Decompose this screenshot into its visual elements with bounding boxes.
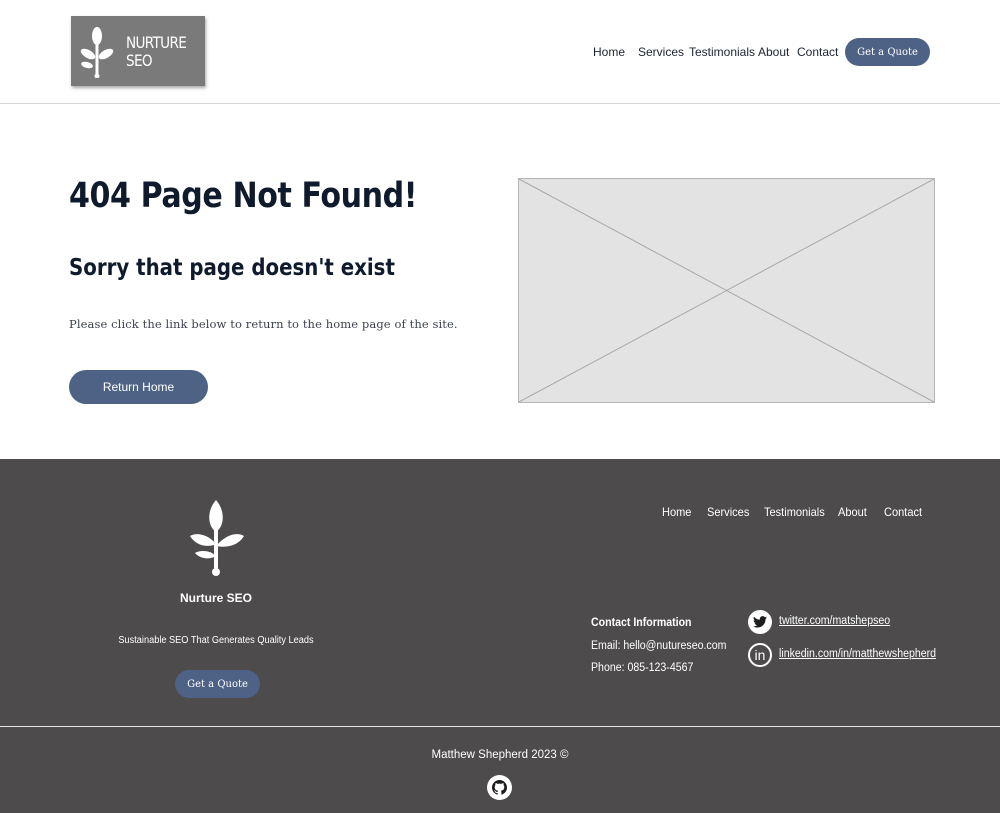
github-icon[interactable] <box>487 775 512 800</box>
site-logo[interactable]: NURTURE SEO <box>71 16 205 86</box>
footer-brand-name: Nurture SEO <box>179 591 252 605</box>
twitter-icon[interactable] <box>748 610 772 634</box>
linkedin-link[interactable]: linkedin.com/in/matthewshepherd <box>779 648 936 660</box>
return-home-button[interactable]: Return Home <box>69 370 208 404</box>
logo-wordmark: NURTURE SEO <box>126 33 187 70</box>
site-header: NURTURE SEO Home Services Testimonials A… <box>0 0 1000 104</box>
footer-get-a-quote-button[interactable]: Get a Quote <box>175 670 260 698</box>
nav-about[interactable]: About <box>758 45 789 59</box>
page-description: Please click the link below to return to… <box>69 317 458 331</box>
image-placeholder-icon <box>519 179 934 402</box>
footer-divider <box>0 726 1000 727</box>
twitter-link[interactable]: twitter.com/matshepseo <box>779 615 890 627</box>
nav-testimonials[interactable]: Testimonials <box>689 45 755 59</box>
get-a-quote-button[interactable]: Get a Quote <box>845 38 930 66</box>
footer-nav-services[interactable]: Services <box>707 505 749 519</box>
nav-home[interactable]: Home <box>593 45 625 59</box>
footer-tagline: Sustainable SEO That Generates Quality L… <box>118 635 314 646</box>
footer-nav-contact[interactable]: Contact <box>884 505 922 519</box>
nav-services[interactable]: Services <box>638 45 684 59</box>
contact-heading: Contact Information <box>591 617 692 629</box>
footer-nav-about[interactable]: About <box>838 505 867 519</box>
contact-phone: Phone: 085-123-4567 <box>591 662 694 674</box>
nav-contact[interactable]: Contact <box>797 45 838 59</box>
linkedin-icon[interactable]: in <box>748 643 772 667</box>
footer-nav-home[interactable]: Home <box>662 505 691 519</box>
page-subtitle: Sorry that page doesn't exist <box>69 255 395 281</box>
image-placeholder <box>518 178 935 403</box>
copyright-text: Matthew Shepherd 2023 © <box>431 749 569 761</box>
footer-nav-testimonials[interactable]: Testimonials <box>764 505 825 519</box>
page-title: 404 Page Not Found! <box>69 176 418 216</box>
contact-email: Email: hello@nutureseo.com <box>591 640 727 652</box>
sprout-icon <box>80 27 114 78</box>
sprout-icon <box>190 500 244 576</box>
